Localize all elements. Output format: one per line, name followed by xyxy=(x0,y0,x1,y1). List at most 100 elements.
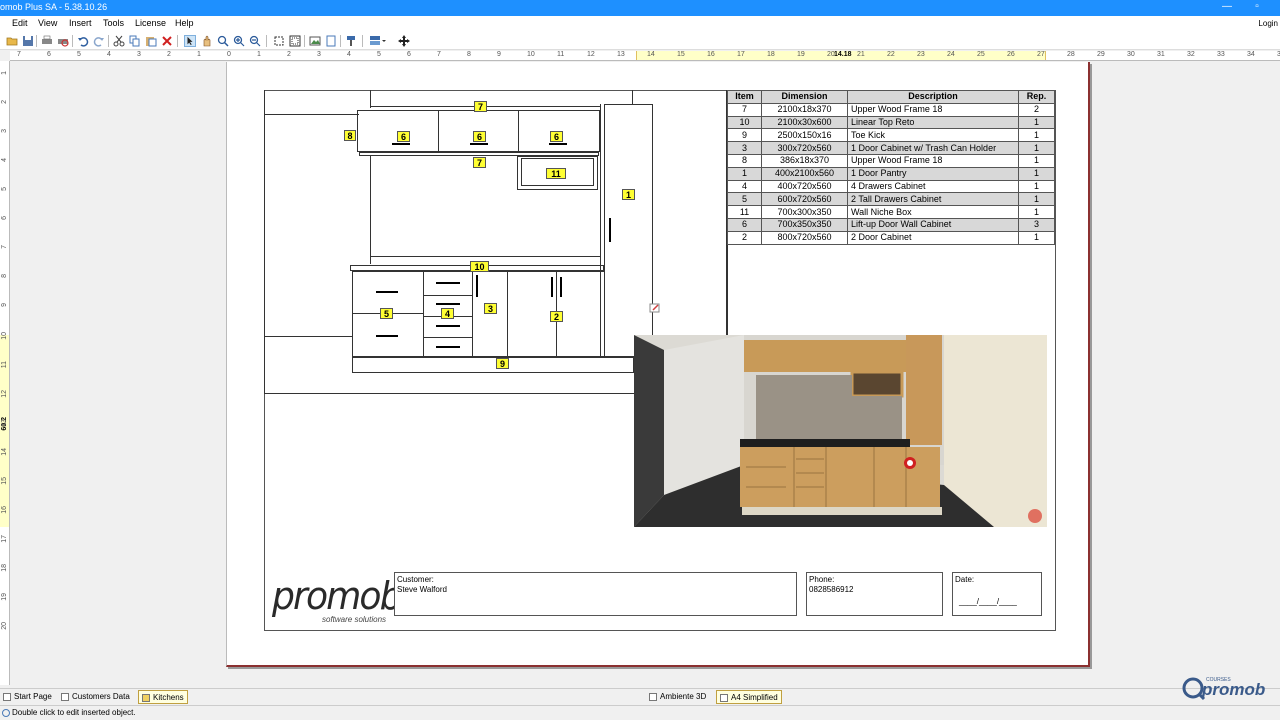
move-icon[interactable] xyxy=(398,35,410,47)
item-tag[interactable]: 11 xyxy=(546,168,566,179)
undo-icon[interactable] xyxy=(77,35,89,47)
ruler-tick-label: 7 xyxy=(1,245,8,249)
drawer-divider xyxy=(423,337,473,338)
item-tag[interactable]: 3 xyxy=(484,303,497,314)
ruler-tick-label: 7 xyxy=(437,51,441,58)
item-tag[interactable]: 1 xyxy=(622,189,635,200)
tab-ambiente-3d[interactable]: Ambiente 3D xyxy=(646,690,709,704)
window-title: omob Plus SA - 5.38.10.26 xyxy=(0,2,108,12)
cut-icon[interactable] xyxy=(113,35,125,47)
ruler-tick-label: 10 xyxy=(527,51,535,58)
elevation-border xyxy=(264,393,634,394)
tab-start-page[interactable]: Start Page xyxy=(0,690,55,704)
login-link[interactable]: Login xyxy=(1258,19,1278,28)
select-arrow-icon[interactable] xyxy=(184,35,196,47)
description-cell: Upper Wood Frame 18 xyxy=(847,102,1019,117)
date-field[interactable]: Date: ____/____/____ xyxy=(952,572,1042,616)
handle xyxy=(376,291,398,293)
ruler-tick-label: 34 xyxy=(1247,51,1255,58)
ruler-tick-label: 3 xyxy=(1,129,8,133)
ruler-tick-label: 29 xyxy=(1097,51,1105,58)
zoom-area-icon[interactable] xyxy=(217,35,229,47)
item-tag[interactable]: 9 xyxy=(496,358,509,369)
wall-line xyxy=(632,90,633,104)
pan-icon[interactable] xyxy=(201,35,213,47)
copy-icon[interactable] xyxy=(129,35,141,47)
customer-field[interactable]: Customer: Steve Walford xyxy=(394,572,797,616)
ruler-tick-label: 4 xyxy=(347,51,351,58)
floor-line xyxy=(264,336,352,337)
minimize-button[interactable]: — xyxy=(1212,0,1242,16)
redo-icon[interactable] xyxy=(93,35,105,47)
restore-button[interactable]: ▫ xyxy=(1242,0,1272,16)
courses-word: promob xyxy=(1202,680,1266,699)
ruler-tick-label: 6 xyxy=(407,51,411,58)
description-cell: 2 Door Cabinet xyxy=(847,230,1019,245)
toolbar xyxy=(0,32,1280,50)
open-icon[interactable] xyxy=(6,35,18,47)
layout-icon[interactable] xyxy=(369,35,387,47)
tab-a4-simplified[interactable]: A4 Simplified xyxy=(716,690,782,704)
horizontal-ruler[interactable]: 14.18 7 6 5 4 3 2 1 0 1 2 3 4 5 6 7 8 9 10 11 12 13 14 15 16 17 1… xyxy=(10,51,1280,61)
kitchen-3d-render[interactable] xyxy=(634,335,1047,527)
tab-kitchens[interactable]: Kitchens xyxy=(138,690,188,704)
vertical-ruler[interactable]: 60.2 1 2 3 4 5 6 7 8 9 10 11 12 13 14 15 16 17 18 19 20 xyxy=(0,61,10,685)
menu-license[interactable]: License xyxy=(135,18,166,28)
rep-cell: 1 xyxy=(1018,205,1055,219)
frame-fit-icon[interactable] xyxy=(289,35,301,47)
print-icon[interactable] xyxy=(41,35,53,47)
menu-bar: Edit View Insert Tools License Help Logi… xyxy=(0,16,1280,32)
item-tag[interactable]: 8 xyxy=(344,130,356,141)
table-row: 9 2500x150x16 Toe Kick 1 xyxy=(727,128,1055,143)
handle xyxy=(376,335,398,337)
handle xyxy=(551,277,553,297)
item-tag[interactable]: 5 xyxy=(380,308,393,319)
item-tag[interactable]: 7 xyxy=(473,157,486,168)
item-cell: 4 xyxy=(727,179,762,194)
toolbar-separator xyxy=(362,35,363,47)
item-tag[interactable]: 6 xyxy=(397,131,410,142)
ruler-tick-label: 2 xyxy=(287,51,291,58)
ruler-tick-label: 11 xyxy=(557,51,565,58)
menu-tools[interactable]: Tools xyxy=(103,18,124,28)
item-tag[interactable]: 10 xyxy=(470,261,489,272)
item-cell: 7 xyxy=(727,102,762,117)
menu-view[interactable]: View xyxy=(38,18,57,28)
ruler-tick-label: 4 xyxy=(107,51,111,58)
zoom-in-icon[interactable] xyxy=(233,35,245,47)
description-cell: 1 Door Cabinet w/ Trash Can Holder xyxy=(847,141,1019,155)
edit-object-icon[interactable] xyxy=(649,302,661,314)
dimension-cell: 600x720x560 xyxy=(761,192,848,207)
item-cell: 8 xyxy=(727,153,762,168)
delete-icon[interactable] xyxy=(161,35,173,47)
ruler-tick-label: 15 xyxy=(1,477,8,485)
zoom-out-icon[interactable] xyxy=(249,35,261,47)
item-tag[interactable]: 7 xyxy=(474,101,487,112)
ruler-tick-label: 13 xyxy=(1,419,8,427)
save-icon[interactable] xyxy=(22,35,34,47)
parts-table: Item Dimension Description Rep. 7 2100x18… xyxy=(727,90,1055,245)
print-preview-icon[interactable] xyxy=(57,35,69,47)
rep-cell: 1 xyxy=(1018,179,1055,194)
frame-icon[interactable] xyxy=(273,35,285,47)
ruler-tick-label: 6 xyxy=(47,51,51,58)
item-tag[interactable]: 2 xyxy=(550,311,563,322)
phone-field[interactable]: Phone: 0828586912 xyxy=(806,572,943,616)
menu-edit[interactable]: Edit xyxy=(12,18,28,28)
ruler-tick-label: 2 xyxy=(1,100,8,104)
table-row: 5 600x720x560 2 Tall Drawers Cabinet 1 xyxy=(727,192,1055,207)
handle xyxy=(436,303,460,305)
insert-text-icon[interactable] xyxy=(325,35,337,47)
item-tag[interactable]: 6 xyxy=(550,131,563,142)
menu-insert[interactable]: Insert xyxy=(69,18,92,28)
ruler-readout: 14.18 xyxy=(834,51,852,58)
paint-icon[interactable] xyxy=(345,35,357,47)
insert-image-icon[interactable] xyxy=(309,35,321,47)
item-tag[interactable]: 6 xyxy=(473,131,486,142)
menu-help[interactable]: Help xyxy=(175,18,194,28)
column-header: Item xyxy=(727,90,762,104)
item-tag[interactable]: 4 xyxy=(441,308,454,319)
paste-icon[interactable] xyxy=(145,35,157,47)
backsplash-line xyxy=(370,256,600,257)
tab-customers-data[interactable]: Customers Data xyxy=(58,690,133,704)
